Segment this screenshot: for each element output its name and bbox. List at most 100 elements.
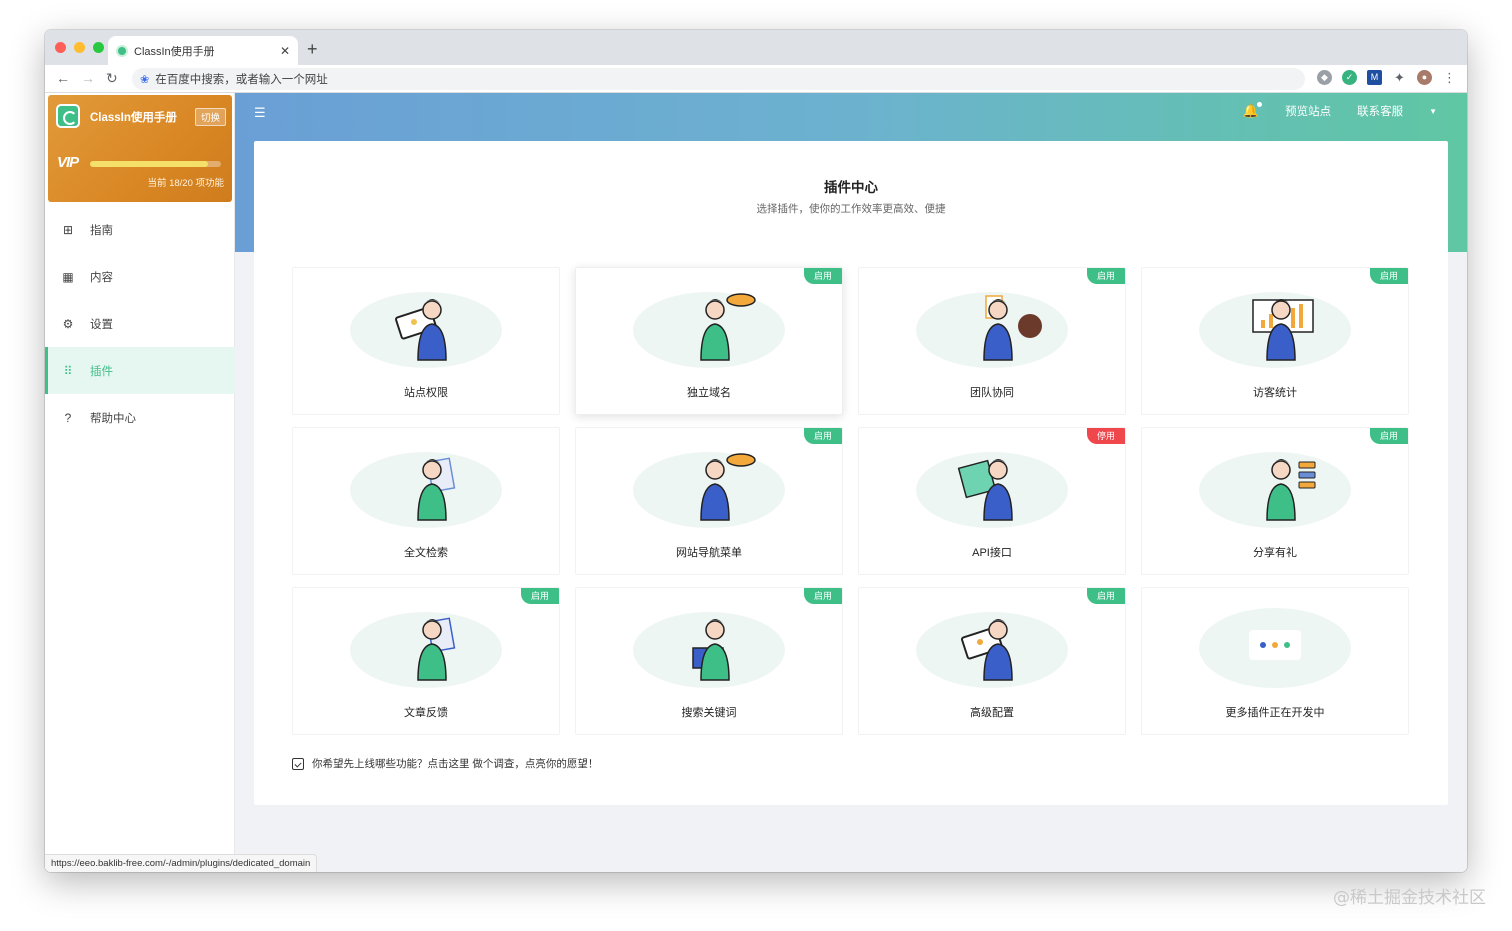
top-navigation: 🔔 预览站点 联系客服 ▼ [1243,102,1437,119]
browser-window: ClassIn使用手册 ✕ + ← → ↻ ❀ 在百度中搜索，或者输入一个网址 … [45,30,1467,872]
close-tab-icon[interactable]: ✕ [280,44,290,58]
plugin-name: 高级配置 [970,707,1014,719]
plugin-status-badge: 启用 [520,588,559,604]
plugin-card[interactable]: 启用高级配置 [858,587,1126,735]
grid-icon: ▦ [62,269,74,284]
back-icon[interactable]: ← [56,70,70,86]
sidebar-item-settings[interactable]: ⚙ 设置 [45,300,235,347]
plugin-status-badge: 启用 [1369,428,1408,444]
vip-card: ClassIn使用手册 切换 VIP 当前 18/20 项功能 [48,95,232,202]
sidebar: ClassIn使用手册 切换 VIP 当前 18/20 项功能 ⊞ 指南 ▦ 内… [45,93,235,872]
plugin-illustration [916,292,1068,368]
plugin-name: 访客统计 [1253,387,1297,399]
window-controls [55,42,104,53]
sidebar-item-content[interactable]: ▦ 内容 [45,253,235,300]
user-dropdown-caret-icon[interactable]: ▼ [1429,107,1437,116]
plugin-name: 团队协同 [970,387,1014,399]
green-v-extension-icon[interactable]: ✓ [1342,70,1357,85]
plugin-status-badge: 停用 [1086,428,1125,444]
plugin-card[interactable]: 启用分享有礼 [1141,427,1409,575]
plugin-name: 全文检索 [404,547,448,559]
plugin-card[interactable]: 站点权限 [292,267,560,415]
plugin-card[interactable]: 启用文章反馈 [292,587,560,735]
vip-feature-count: 当前 18/20 项功能 [147,178,224,189]
plugin-illustration [633,612,785,688]
m-extension-icon[interactable]: M [1367,70,1382,85]
browser-tab[interactable]: ClassIn使用手册 ✕ [108,36,298,65]
plugin-status-badge: 启用 [1369,268,1408,284]
page-title: 插件中心 [824,180,878,195]
notification-bell-icon[interactable]: 🔔 [1243,102,1263,119]
plugin-illustration [350,612,502,688]
plugin-card[interactable]: 启用独立域名 [575,267,843,415]
close-window-button[interactable] [55,42,66,53]
site-logo-icon [56,104,80,128]
tab-strip: ClassIn使用手册 ✕ + [45,30,1467,65]
forward-icon[interactable]: → [81,70,95,86]
site-favicon-icon [116,44,128,57]
vip-progress-bar [90,161,221,167]
status-url: https://eeo.baklib-free.com/-/admin/plug… [45,854,318,872]
reload-icon[interactable]: ↻ [106,70,118,87]
plugin-card[interactable]: 停用 API接口 [858,427,1126,575]
plugin-center-panel: 插件中心 选择插件，使你的工作效率更高效、便捷 站点权限 启用 独立域名 启用 团队… [254,141,1448,805]
plugin-name: 分享有礼 [1253,547,1297,559]
plugin-name: 更多插件正在开发中 [1225,707,1325,719]
plugin-name: API接口 [972,547,1012,559]
plugin-name: 文章反馈 [404,707,448,719]
preview-site-link[interactable]: 预览站点 [1285,103,1331,119]
address-placeholder: 在百度中搜索，或者输入一个网址 [155,74,328,86]
new-tab-button[interactable]: + [307,39,318,60]
plugin-name: 搜索关键词 [681,707,737,719]
sidebar-item-plugins[interactable]: ⠿ 插件 [45,347,235,394]
survey-link[interactable]: 你希望先上线哪些功能？点击这里 做个调查，点亮你的愿望！ [292,756,598,771]
notification-dot [1257,102,1263,107]
plugin-card[interactable]: 启用 搜索关键词 [575,587,843,735]
page-content: ☰ 🔔 预览站点 联系客服 ▼ ClassIn使用手册 切换 VIP 当前 18… [45,93,1467,872]
plugin-status-badge: 启用 [1086,268,1125,284]
plugin-card[interactable]: 全文检索 [292,427,560,575]
plugin-illustration [1199,452,1351,528]
switch-site-button[interactable]: 切换 [195,108,227,126]
plugin-grid: 站点权限 启用 独立域名 启用 团队协同 启用 访客统计 全文检索 启用 网站导航菜单 [292,267,1412,735]
menu-toggle-icon[interactable]: ☰ [254,105,266,121]
sidebar-item-help[interactable]: ? 帮助中心 [45,394,235,441]
contact-support-link[interactable]: 联系客服 [1357,103,1403,119]
plugin-status-badge: 启用 [1086,588,1125,604]
plugin-card[interactable]: 启用访客统计 [1141,267,1409,415]
more-vert-icon[interactable]: ⋮ [1442,70,1457,85]
apps-icon: ⠿ [63,363,73,378]
watermark: @稀土掘金技术社区 [1333,888,1486,908]
sidebar-item-label: 设置 [90,318,113,331]
shield-extension-icon[interactable]: ◆ [1317,70,1332,85]
address-bar[interactable]: ❀ 在百度中搜索，或者输入一个网址 [132,68,1305,90]
plugin-illustration [1199,292,1351,368]
vip-mark: VIP [57,154,79,171]
sidebar-item-label: 帮助中心 [90,412,136,425]
plugin-illustration [916,612,1068,688]
help-icon: ? [64,410,72,425]
sidebar-item-label: 指南 [90,224,113,237]
plugin-illustration [350,452,502,528]
minimize-window-button[interactable] [74,42,85,53]
site-name[interactable]: ClassIn使用手册 [90,109,177,125]
survey-text: 你希望先上线哪些功能？点击这里 做个调查，点亮你的愿望！ [312,758,599,770]
plugin-illustration [350,292,502,368]
tab-title: ClassIn使用手册 [134,45,215,58]
plugin-illustration [916,452,1068,528]
sidebar-menu: ⊞ 指南 ▦ 内容 ⚙ 设置 ⠿ 插件 ? 帮助中心 [45,206,235,441]
maximize-window-button[interactable] [93,42,104,53]
puzzle-icon[interactable]: ✦ [1392,70,1407,85]
plugin-card[interactable]: 启用 网站导航菜单 [575,427,843,575]
plugin-status-badge: 启用 [803,428,842,444]
sidebar-item-guide[interactable]: ⊞ 指南 [45,206,235,253]
vip-progress-fill [90,161,208,167]
sidebar-item-label: 插件 [90,365,113,378]
plugin-status-badge: 启用 [803,268,842,284]
plugin-card[interactable]: 启用团队协同 [858,267,1126,415]
gear-icon: ⚙ [62,316,74,331]
profile-avatar[interactable]: ● [1417,70,1432,85]
plugin-card[interactable]: 更多插件正在开发中 [1141,587,1409,735]
plugin-illustration [1199,608,1351,688]
plugin-name: 独立域名 [687,387,731,399]
